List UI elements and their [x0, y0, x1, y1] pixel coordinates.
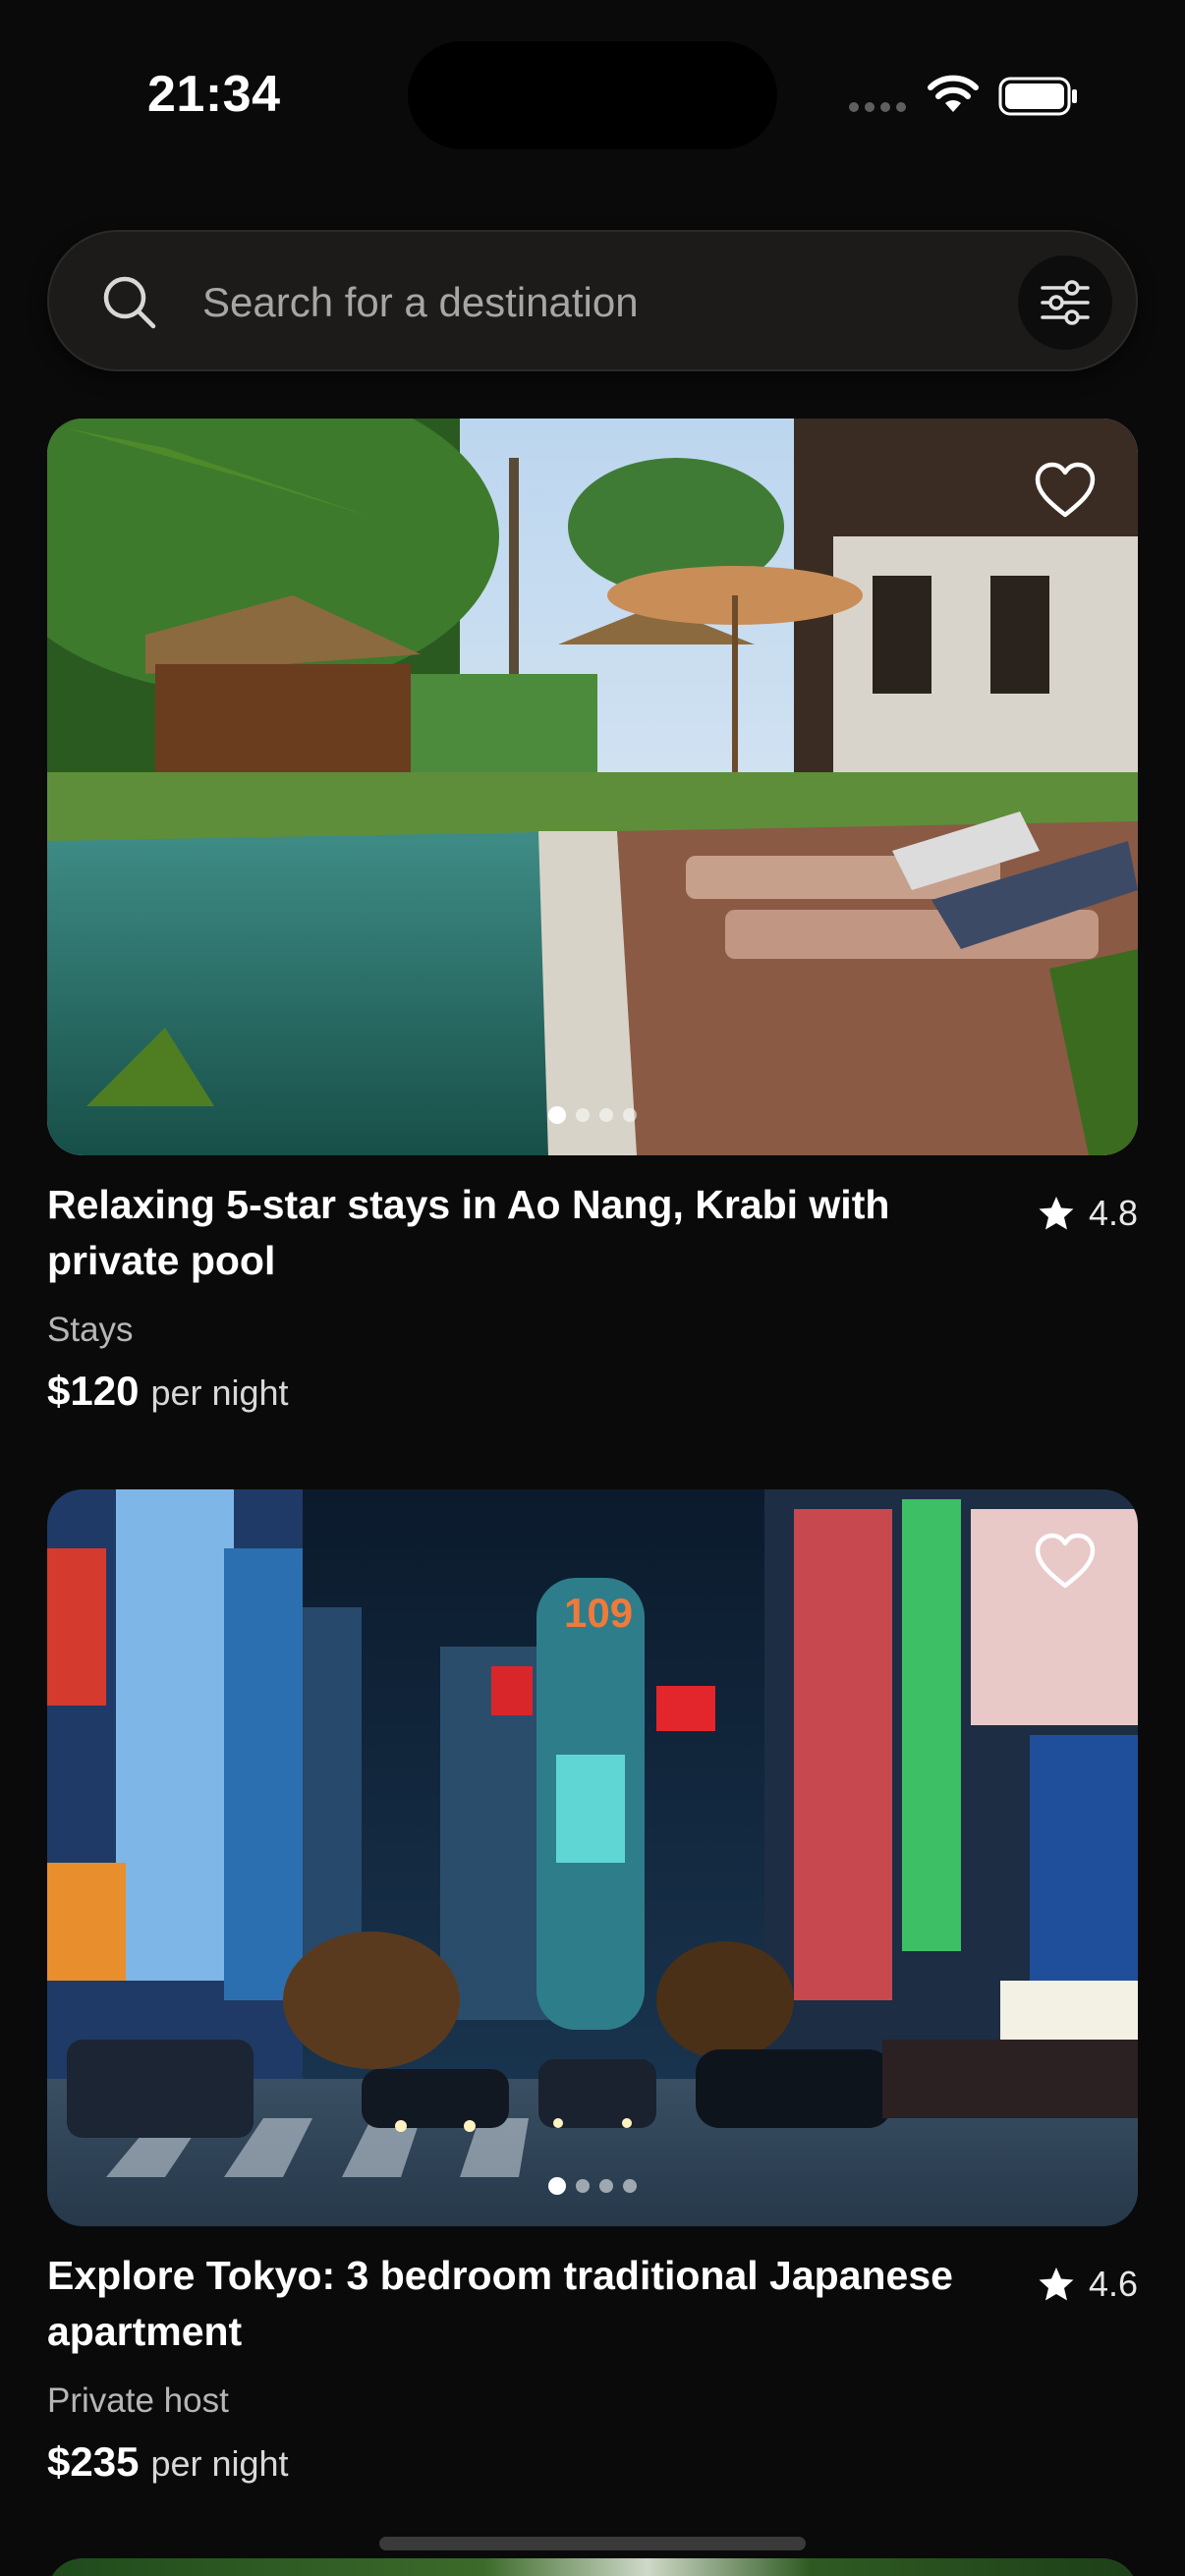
- search-icon: [103, 276, 156, 329]
- heart-icon[interactable]: [1034, 1533, 1097, 1590]
- star-icon: [1039, 2268, 1074, 2301]
- listing-title: Relaxing 5-star stays in Ao Nang, Krabi …: [47, 1182, 890, 1283]
- listing-photo[interactable]: [47, 419, 1138, 1155]
- search-input[interactable]: [202, 267, 1008, 338]
- image-pager: [548, 1106, 637, 1124]
- price-unit: per night: [150, 1372, 289, 1413]
- pager-dot: [623, 2179, 637, 2193]
- rating-value: 4.6: [1088, 2264, 1138, 2304]
- listing-card[interactable]: Relaxing 5-star stays in Ao Nang, Krabi …: [47, 419, 1138, 1414]
- price-amount: $120: [47, 1368, 140, 1414]
- image-pager: [548, 2177, 637, 2195]
- next-listing-photo-peek[interactable]: [47, 2558, 1138, 2576]
- pager-dot: [599, 1108, 613, 1122]
- search-bar[interactable]: [47, 230, 1138, 371]
- star-icon: [1039, 1197, 1074, 1230]
- sliders-icon: [1041, 280, 1090, 325]
- tokyo-street-photo: 109: [47, 1489, 1138, 2226]
- status-time: 21:34: [147, 66, 281, 123]
- price-unit: per night: [150, 2443, 289, 2484]
- listing-title: Explore Tokyo: 3 bedroom traditional Jap…: [47, 2253, 953, 2354]
- pager-dot: [576, 1108, 590, 1122]
- listing-category: Private host: [47, 2381, 229, 2420]
- heart-icon[interactable]: [1034, 462, 1097, 519]
- pager-dot: [623, 1108, 637, 1122]
- pager-dot: [548, 2177, 566, 2195]
- status-bar: 21:34: [0, 0, 1185, 196]
- listing-rating: 4.8: [1038, 1193, 1138, 1234]
- listing-rating: 4.6: [1038, 2264, 1138, 2305]
- pool-resort-photo: [47, 419, 1138, 1155]
- battery-icon: [998, 77, 1077, 116]
- listing-price: $235 per night: [47, 2438, 289, 2486]
- filter-button[interactable]: [1018, 255, 1112, 350]
- listing-price: $120 per night: [47, 1368, 289, 1415]
- home-indicator[interactable]: [379, 2537, 806, 2550]
- dynamic-island: [408, 41, 777, 149]
- wifi-icon: [928, 75, 979, 112]
- pager-dot: [576, 2179, 590, 2193]
- svg-text:109: 109: [564, 1590, 633, 1636]
- pager-dot: [548, 1106, 566, 1124]
- price-amount: $235: [47, 2438, 140, 2485]
- rating-value: 4.8: [1088, 1193, 1138, 1233]
- listing-photo[interactable]: 109: [47, 1489, 1138, 2226]
- listing-category: Stays: [47, 1311, 134, 1349]
- listing-card[interactable]: 109 Explore Tokyo: 3 bedroom traditional…: [47, 1489, 1138, 2485]
- cellular-signal-icon: [849, 102, 910, 116]
- explore-screen: 21:34 Search for a destination Relaxing …: [0, 0, 1185, 2576]
- pager-dot: [599, 2179, 613, 2193]
